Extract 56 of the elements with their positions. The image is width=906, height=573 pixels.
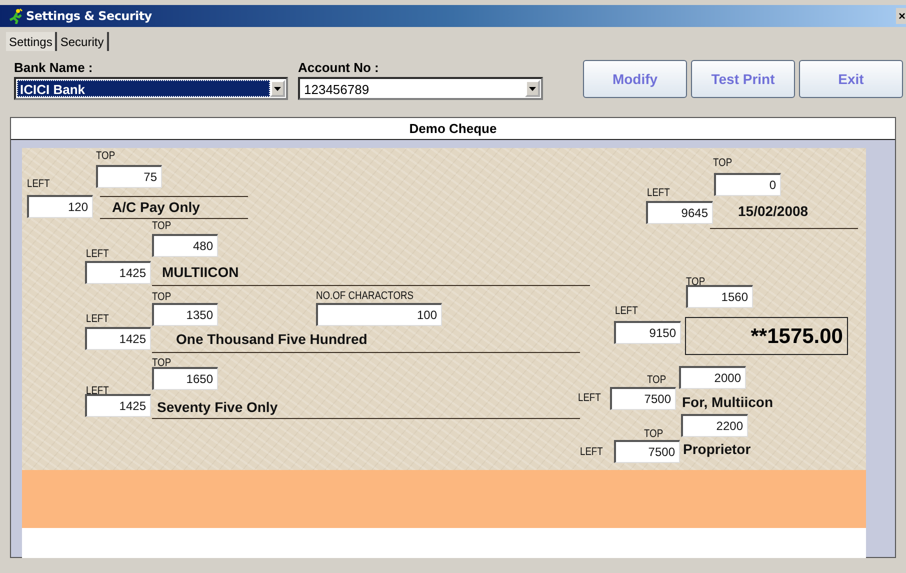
characters-field[interactable]: 100 [316,303,442,326]
bank-dropdown[interactable]: ICICI Bank [14,77,288,100]
close-button[interactable]: × [896,8,906,24]
left-label: LEFT [27,178,50,190]
cheque-text: MULTIICON [162,264,239,280]
left-label: LEFT [580,446,603,458]
toolbar-button[interactable]: Test Print [691,60,795,98]
toolbar-button[interactable]: Exit [799,60,903,98]
cheque-text: Proprietor [683,441,751,457]
left-label: LEFT [86,313,109,325]
field-label: Account No : [298,60,380,76]
dropdown-arrow-icon[interactable] [529,86,536,90]
left-field[interactable]: 1425 [85,261,151,284]
toolbar-button[interactable]: Modify [583,60,687,98]
amount-box: **1575.00 [685,317,848,355]
top-label: TOP [686,276,706,288]
left-label: LEFT [647,187,670,199]
left-field[interactable]: 1425 [85,327,151,350]
left-label: LEFT [86,385,109,397]
left-field[interactable]: 1425 [85,394,151,417]
window-title: Settings & Security [26,9,152,23]
characters-label: NO.OF CHARACTORS [316,290,414,302]
cheque-text: One Thousand Five Hundred [176,331,368,347]
cheque-text: 15/02/2008 [738,203,808,219]
tab[interactable]: Settings [6,32,58,51]
cheque-text: For, Multiicon [682,394,773,410]
left-label: LEFT [86,248,109,260]
dropdown-arrow-icon[interactable] [274,86,281,90]
left-field[interactable]: 7500 [614,440,680,463]
cheque-text: Seventy Five Only [157,399,278,415]
account-dropdown[interactable]: 123456789 [298,77,543,100]
top-label: TOP [713,157,732,169]
left-field[interactable]: 120 [27,195,93,218]
top-field[interactable]: 2200 [681,414,748,437]
top-label: TOP [152,357,172,369]
top-label: TOP [644,428,664,440]
top-field[interactable]: 0 [714,173,781,196]
left-label: LEFT [615,305,638,317]
top-field[interactable]: 2000 [679,366,746,389]
top-field[interactable]: 480 [152,234,218,257]
left-label: LEFT [578,392,601,404]
field-label: Bank Name : [14,60,94,76]
left-field[interactable]: 9645 [646,201,713,224]
left-field[interactable]: 7500 [610,387,676,410]
cheque-text: A/C Pay Only [112,199,200,215]
running-figure-icon [8,8,24,24]
top-label: TOP [152,220,172,232]
cheque-title: Demo Cheque [409,121,497,136]
top-label: TOP [647,374,666,386]
top-label: TOP [96,150,116,162]
top-field[interactable]: 1350 [152,303,218,326]
left-field[interactable]: 9150 [614,321,681,344]
top-field[interactable]: 1560 [686,285,753,308]
top-field[interactable]: 1650 [152,367,218,390]
top-field[interactable]: 75 [96,165,162,188]
top-label: TOP [152,291,172,303]
